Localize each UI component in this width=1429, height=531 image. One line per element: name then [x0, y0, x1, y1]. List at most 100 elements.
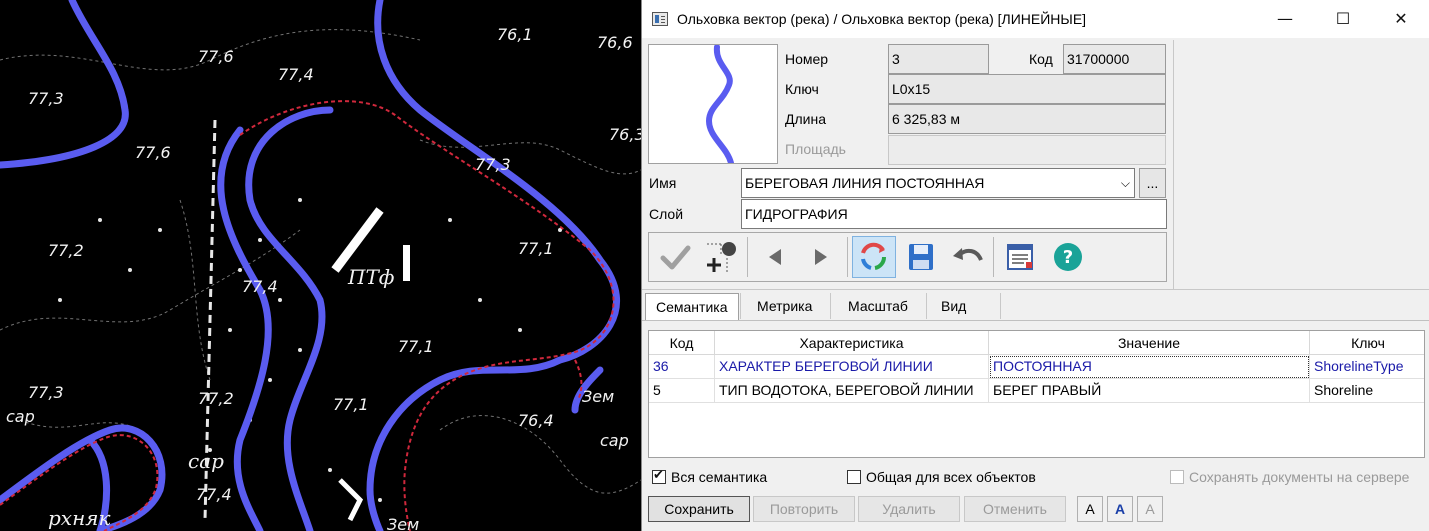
all-semantics-label: Вся семантика — [671, 469, 768, 485]
layer-label: Слой — [649, 206, 684, 222]
map-label: 77,4 — [196, 485, 232, 504]
object-properties-window: Ольховка вектор (река) / Ольховка вектор… — [641, 0, 1429, 531]
app-icon — [652, 12, 668, 26]
column-header-code[interactable]: Код — [649, 331, 715, 355]
svg-text:?: ? — [1063, 247, 1073, 268]
font-bold-button[interactable]: A — [1107, 496, 1133, 522]
maximize-button[interactable]: ☐ — [1314, 0, 1372, 38]
save-icon[interactable] — [899, 236, 943, 278]
column-header-value[interactable]: Значение — [989, 331, 1310, 355]
tab-view[interactable]: Вид — [931, 293, 976, 320]
object-preview — [648, 44, 778, 166]
map-label: сар — [600, 431, 629, 450]
map-label: 77,6 — [135, 143, 171, 162]
code-label: Код — [1029, 51, 1053, 67]
title-bar[interactable]: Ольховка вектор (река) / Ольховка вектор… — [642, 0, 1429, 38]
length-field: 6 325,83 м — [888, 104, 1166, 134]
length-label: Длина — [785, 111, 826, 127]
key-label: Ключ — [785, 81, 819, 97]
table-cell-key[interactable]: Shoreline — [1310, 379, 1424, 403]
name-browse-button[interactable]: ... — [1139, 168, 1166, 198]
refresh-icon[interactable] — [852, 236, 896, 278]
divider — [642, 320, 1429, 321]
map-label: 77,4 — [242, 277, 278, 296]
map-label: 77,1 — [398, 337, 434, 356]
divider — [1000, 293, 1001, 319]
table-cell-value[interactable]: ПОСТОЯННАЯ — [989, 355, 1310, 379]
table-cell-key[interactable]: ShorelineType — [1310, 355, 1424, 379]
undo-icon[interactable] — [945, 236, 989, 278]
font-light-button[interactable]: A — [1137, 496, 1163, 522]
map-label: 77,3 — [475, 155, 511, 174]
map-label: 76,4 — [518, 411, 554, 430]
checkmark-icon[interactable] — [653, 236, 697, 278]
area-label: Площадь — [785, 141, 846, 157]
tab-metrics[interactable]: Метрика — [747, 293, 822, 320]
map-label: Зем — [387, 515, 419, 531]
layer-field[interactable]: ГИДРОГРАФИЯ — [741, 199, 1167, 229]
map-label: 77,6 — [198, 47, 234, 66]
map-label: 77,2 — [48, 241, 84, 260]
column-header-characteristic[interactable]: Характеристика — [715, 331, 989, 355]
tab-semantics[interactable]: Семантика — [645, 293, 739, 320]
map-label: 77,1 — [518, 239, 554, 258]
code-field: 31700000 — [1063, 44, 1166, 74]
key-field: L0x15 — [888, 74, 1166, 104]
repeat-button[interactable]: Повторить — [753, 496, 855, 522]
name-value: БЕРЕГОВАЯ ЛИНИЯ ПОСТОЯННАЯ — [745, 175, 985, 191]
properties-window-icon[interactable] — [999, 236, 1043, 278]
cancel-button[interactable]: Отменить — [964, 496, 1066, 522]
table-cell-characteristic[interactable]: ХАРАКТЕР БЕРЕГОВОЙ ЛИНИИ — [715, 355, 989, 379]
delete-button[interactable]: Удалить — [858, 496, 960, 522]
map-label: 77,3 — [28, 383, 64, 402]
save-docs-label: Сохранять документы на сервере — [1189, 469, 1410, 485]
save-button[interactable]: Сохранить — [648, 496, 750, 522]
name-label: Имя — [649, 175, 677, 191]
map-label: рхняк — [48, 506, 110, 530]
map-label: сар — [188, 449, 224, 473]
map-label: 76,3 — [609, 125, 641, 144]
semantics-table[interactable]: Код Характеристика Значение Ключ 36 ХАРА… — [648, 330, 1425, 458]
map-view[interactable]: 76,1 76,6 77,6 77,4 77,3 76,3 77,6 77,3 … — [0, 0, 641, 531]
common-for-all-checkbox[interactable] — [847, 470, 861, 484]
help-icon[interactable]: ? — [1046, 236, 1090, 278]
name-combobox[interactable]: БЕРЕГОВАЯ ЛИНИЯ ПОСТОЯННАЯ ⌵ — [741, 168, 1135, 198]
map-label: 77,3 — [28, 89, 64, 108]
divider — [926, 293, 927, 319]
arrow-right-icon[interactable] — [799, 236, 843, 278]
area-field — [888, 135, 1166, 165]
table-cell-code[interactable]: 5 — [649, 379, 715, 403]
divider — [830, 293, 831, 319]
divider — [993, 237, 994, 277]
tab-scale[interactable]: Масштаб — [838, 293, 918, 320]
window-title: Ольховка вектор (река) / Ольховка вектор… — [677, 11, 1087, 27]
table-cell-characteristic[interactable]: ТИП ВОДОТОКА, БЕРЕГОВОЙ ЛИНИИ — [715, 379, 989, 403]
close-button[interactable]: ✕ — [1372, 0, 1429, 38]
font-default-button[interactable]: A — [1077, 496, 1103, 522]
table-cell-value[interactable]: БЕРЕГ ПРАВЫЙ — [989, 379, 1310, 403]
minimize-button[interactable]: — — [1256, 0, 1314, 38]
map-label: Зем — [582, 387, 614, 406]
divider — [740, 293, 741, 319]
map-label: 77,4 — [278, 65, 314, 84]
map-label: 77,2 — [198, 389, 234, 408]
chevron-down-icon: ⌵ — [1120, 176, 1130, 190]
toolbar: ? — [648, 232, 1167, 282]
number-label: Номер — [785, 51, 829, 67]
save-docs-checkbox[interactable] — [1170, 470, 1184, 484]
add-point-icon[interactable] — [699, 236, 743, 278]
map-label: 77,1 — [333, 395, 369, 414]
column-header-key[interactable]: Ключ — [1310, 331, 1424, 355]
map-label: сар — [6, 407, 35, 426]
arrow-left-icon[interactable] — [753, 236, 797, 278]
divider — [1173, 40, 1174, 290]
divider — [847, 237, 848, 277]
number-field: 3 — [888, 44, 989, 74]
divider — [642, 289, 1429, 290]
map-canvas: 76,1 76,6 77,6 77,4 77,3 76,3 77,6 77,3 … — [0, 0, 641, 531]
common-for-all-label: Общая для всех объектов — [866, 469, 1036, 485]
table-cell-code[interactable]: 36 — [649, 355, 715, 379]
map-label: ПТф — [347, 265, 394, 289]
map-label: 76,6 — [597, 33, 633, 52]
all-semantics-checkbox[interactable] — [652, 468, 666, 484]
